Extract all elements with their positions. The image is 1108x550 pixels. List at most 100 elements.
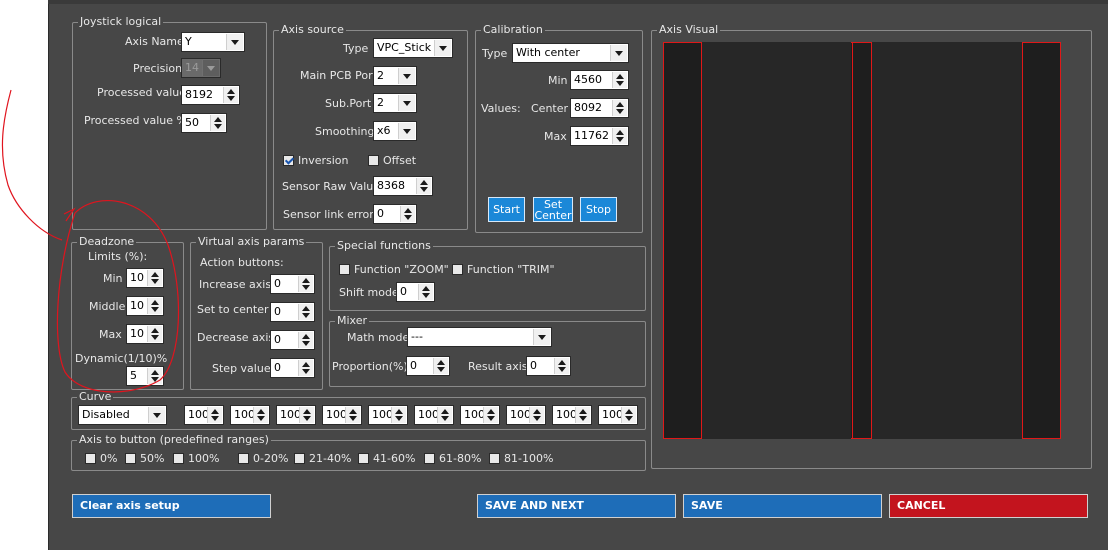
range-checkbox[interactable]: 0-20% xyxy=(238,452,288,465)
curve-point-field[interactable]: 100 xyxy=(276,405,316,425)
cal-min-label: Min xyxy=(548,74,568,87)
decrease-axis-value: 0 xyxy=(274,333,281,346)
range-checkbox[interactable]: 0% xyxy=(85,452,117,465)
curve-point-field[interactable]: 100 xyxy=(460,405,500,425)
main-pcb-select[interactable]: 2 xyxy=(373,66,417,86)
spin-arrows-icon[interactable] xyxy=(612,72,627,88)
range-label: 100% xyxy=(188,452,220,465)
spin-arrows-icon[interactable] xyxy=(612,100,627,116)
spin-arrows-icon[interactable] xyxy=(210,115,225,131)
offset-checkbox[interactable]: Offset xyxy=(368,154,416,167)
sensor-errors-field[interactable]: 0 xyxy=(373,204,417,224)
curve-point-field[interactable]: 100 xyxy=(322,405,362,425)
proportion-value: 0 xyxy=(410,359,417,372)
source-type-select[interactable]: VPC_Stick xyxy=(373,38,453,58)
spin-arrows-icon[interactable] xyxy=(529,407,544,423)
calibration-type-select[interactable]: With center xyxy=(512,43,629,63)
proportion-field[interactable]: 0 xyxy=(406,356,450,376)
spin-arrows-icon[interactable] xyxy=(207,407,222,423)
range-checkbox[interactable]: 50% xyxy=(125,452,164,465)
set-center-field[interactable]: 0 xyxy=(270,302,315,322)
trim-checkbox[interactable]: Function "TRIM" xyxy=(452,263,555,276)
action-buttons-label: Action buttons: xyxy=(200,256,284,269)
visual-active-range xyxy=(872,42,1022,439)
spin-arrows-icon[interactable] xyxy=(554,358,569,374)
spin-arrows-icon[interactable] xyxy=(437,407,452,423)
calibration-legend: Calibration xyxy=(481,23,545,37)
checkbox-icon xyxy=(238,453,249,464)
range-checkbox[interactable]: 100% xyxy=(173,452,219,465)
cal-center-value: 8092 xyxy=(574,101,602,114)
checkbox-icon xyxy=(173,453,184,464)
spin-arrows-icon[interactable] xyxy=(253,407,268,423)
curve-point-field[interactable]: 100 xyxy=(414,405,454,425)
save-button[interactable]: SAVE xyxy=(683,494,882,518)
spin-arrows-icon[interactable] xyxy=(418,284,433,300)
main-pcb-value: 2 xyxy=(377,69,384,82)
zoom-checkbox[interactable]: Function "ZOOM" xyxy=(339,263,449,276)
curve-mode-select[interactable]: Disabled xyxy=(78,405,167,425)
curve-point-field[interactable]: 100 xyxy=(598,405,638,425)
curve-point-field[interactable]: 100 xyxy=(506,405,546,425)
cal-max-field[interactable]: 11762 xyxy=(570,126,629,146)
smoothing-value: x6 xyxy=(377,124,391,137)
increase-axis-field[interactable]: 0 xyxy=(270,274,315,294)
deadzone-center-right-line xyxy=(871,42,872,439)
smoothing-select[interactable]: x6 xyxy=(373,121,417,141)
zoom-label: Function "ZOOM" xyxy=(354,263,449,276)
spin-arrows-icon[interactable] xyxy=(298,304,313,320)
curve-point-field[interactable]: 100 xyxy=(230,405,270,425)
cancel-button[interactable]: CANCEL xyxy=(889,494,1088,518)
range-checkbox[interactable]: 41-60% xyxy=(358,452,415,465)
checkbox-icon xyxy=(85,453,96,464)
step-value: 0 xyxy=(274,361,281,374)
shift-mode-field[interactable]: 0 xyxy=(396,282,435,302)
spin-arrows-icon[interactable] xyxy=(621,407,636,423)
decrease-axis-field[interactable]: 0 xyxy=(270,330,315,350)
sensor-errors-value: 0 xyxy=(377,207,384,220)
calibration-stop-button[interactable]: Stop xyxy=(580,197,617,222)
spin-arrows-icon[interactable] xyxy=(575,407,590,423)
curve-point-field[interactable]: 100 xyxy=(368,405,408,425)
spin-arrows-icon[interactable] xyxy=(400,206,415,222)
sub-port-select[interactable]: 2 xyxy=(373,93,417,113)
spin-arrows-icon[interactable] xyxy=(298,276,313,292)
range-checkbox[interactable]: 21-40% xyxy=(294,452,351,465)
spin-arrows-icon[interactable] xyxy=(298,332,313,348)
calibration-set-center-button[interactable]: Set Center xyxy=(533,197,573,222)
range-checkbox[interactable]: 61-80% xyxy=(424,452,481,465)
spin-arrows-icon[interactable] xyxy=(416,178,431,194)
spin-arrows-icon[interactable] xyxy=(345,407,360,423)
source-type-label: Type xyxy=(343,42,369,55)
trim-label: Function "TRIM" xyxy=(467,263,555,276)
spin-arrows-icon[interactable] xyxy=(483,407,498,423)
sensor-raw-field[interactable]: 8368 xyxy=(373,176,433,196)
spin-arrows-icon[interactable] xyxy=(223,87,238,103)
cal-min-field[interactable]: 4560 xyxy=(570,70,629,90)
calibration-start-button[interactable]: Start xyxy=(488,197,525,222)
spin-arrows-icon[interactable] xyxy=(391,407,406,423)
curve-point-value: 100 xyxy=(188,408,209,421)
calibration-type-value: With center xyxy=(516,46,580,59)
inversion-label: Inversion xyxy=(298,154,349,167)
spin-arrows-icon[interactable] xyxy=(612,128,627,144)
range-checkbox[interactable]: 81-100% xyxy=(489,452,553,465)
clear-axis-setup-button[interactable]: Clear axis setup xyxy=(72,494,271,518)
math-mode-label: Math mode xyxy=(347,331,410,344)
axis-source-legend: Axis source xyxy=(279,23,346,37)
stop-button-label: Stop xyxy=(585,203,611,216)
spin-arrows-icon[interactable] xyxy=(299,407,314,423)
curve-point-field[interactable]: 100 xyxy=(184,405,224,425)
save-and-next-button[interactable]: SAVE AND NEXT xyxy=(477,494,676,518)
result-axis-field[interactable]: 0 xyxy=(526,356,571,376)
step-value-field[interactable]: 0 xyxy=(270,358,315,378)
sensor-errors-label: Sensor link errors xyxy=(283,208,380,221)
curve-point-field[interactable]: 100 xyxy=(552,405,592,425)
spin-arrows-icon[interactable] xyxy=(433,358,448,374)
inversion-checkbox[interactable]: Inversion xyxy=(283,154,349,167)
math-mode-select[interactable]: --- xyxy=(407,327,552,347)
values-label: Values: xyxy=(481,102,521,115)
cal-center-field[interactable]: 8092 xyxy=(570,98,629,118)
start-button-label: Start xyxy=(493,203,520,216)
spin-arrows-icon[interactable] xyxy=(298,360,313,376)
